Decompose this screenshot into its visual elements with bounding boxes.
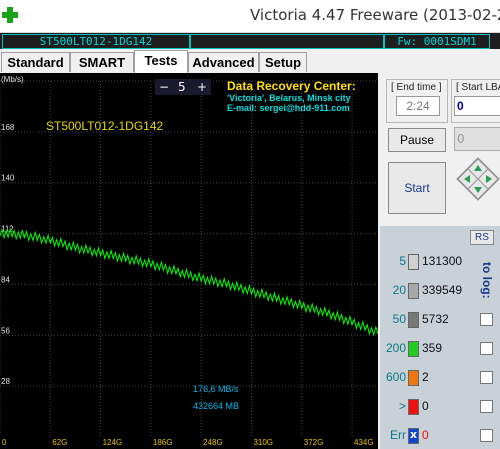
y-tick-label: 28 bbox=[1, 377, 10, 386]
app-icon bbox=[1, 6, 19, 24]
log-checkbox[interactable] bbox=[480, 371, 493, 384]
stats-threshold: 200 bbox=[385, 341, 406, 355]
to-log-label: to log: bbox=[480, 262, 494, 299]
x-tick-label: 186G bbox=[153, 438, 173, 447]
recovery-title: Data Recovery Center: bbox=[227, 79, 356, 93]
x-tick-label: 124G bbox=[103, 438, 123, 447]
stats-count: 359 bbox=[422, 341, 443, 355]
stats-count: 0 bbox=[422, 428, 429, 442]
speed-series-line bbox=[0, 227, 378, 337]
stats-color-box bbox=[408, 283, 419, 299]
y-tick-label: 56 bbox=[1, 326, 10, 335]
x-tick-label: 62G bbox=[52, 438, 67, 447]
drive-info-bar: ST500LT012-1DG142 Fw: 0001SDM1 bbox=[0, 33, 500, 49]
start-lba-field[interactable]: 0 bbox=[454, 96, 500, 116]
speed-data-point bbox=[49, 240, 51, 242]
stats-color-box bbox=[408, 370, 419, 386]
stats-color-box bbox=[408, 341, 419, 357]
stats-threshold: > bbox=[398, 399, 406, 413]
stats-color-box bbox=[408, 399, 419, 415]
current-speed: 176,6 MB/s bbox=[193, 384, 239, 394]
end-time-group: [ End time ] 2:24 bbox=[386, 79, 448, 123]
speed-selector[interactable]: − 5 + bbox=[155, 79, 211, 95]
speed-plus-button[interactable]: + bbox=[197, 79, 207, 95]
drive-model: ST500LT012-1DG142 bbox=[2, 34, 190, 49]
stats-threshold: Err bbox=[390, 428, 406, 442]
window-title: Victoria 4.47 Freeware (2013-02-20) bbox=[250, 6, 500, 24]
x-tick-label: 310G bbox=[253, 438, 273, 447]
x-tick-label: 0 bbox=[2, 438, 7, 447]
tab-setup[interactable]: Setup bbox=[259, 52, 307, 72]
speed-data-point bbox=[74, 247, 77, 249]
end-time-field[interactable]: 2:24 bbox=[396, 96, 440, 116]
x-tick-label: 248G bbox=[203, 438, 223, 447]
title-bar: Victoria 4.47 Freeware (2013-02-20) bbox=[0, 0, 500, 33]
end-lba-field[interactable]: 0 bbox=[454, 127, 500, 151]
end-time-label: [ End time ] bbox=[391, 82, 442, 93]
tab-standard[interactable]: Standard bbox=[1, 52, 70, 72]
speed-data-point bbox=[276, 298, 278, 300]
speed-data-point bbox=[250, 291, 253, 293]
speed-minus-button[interactable]: − bbox=[159, 79, 169, 95]
recovery-info: Data Recovery Center: 'Victoria', Belaru… bbox=[227, 79, 356, 113]
stats-row: 600 2 bbox=[380, 367, 500, 387]
speed-graph: 168 140 112 84 56 28 0 62G 124G 186G 248G 310G 372G 4… bbox=[0, 73, 378, 449]
speed-data-point bbox=[326, 312, 328, 315]
tab-advanced[interactable]: Advanced bbox=[188, 52, 259, 72]
stats-count: 0 bbox=[422, 399, 429, 413]
y-axis-label: (Mb/s) bbox=[1, 75, 24, 84]
stats-row: Err x 0 bbox=[380, 425, 500, 445]
speed-data-point bbox=[225, 283, 227, 286]
rs-button[interactable]: RS bbox=[470, 230, 494, 245]
stats-color-box bbox=[408, 254, 419, 270]
start-button[interactable]: Start bbox=[388, 162, 446, 214]
stats-threshold: 5 bbox=[399, 254, 406, 268]
log-checkbox[interactable] bbox=[480, 400, 493, 413]
speed-data-point bbox=[301, 305, 303, 307]
y-tick-label: 168 bbox=[1, 123, 15, 132]
graph-drive-label: ST500LT012-1DG142 bbox=[46, 119, 164, 133]
x-tick-label: 434G bbox=[354, 438, 374, 447]
y-tick-label: 84 bbox=[1, 275, 10, 284]
start-lba-group: [ Start LBA 0 bbox=[451, 79, 500, 123]
stats-threshold: 50 bbox=[392, 312, 406, 326]
start-lba-label: [ Start LBA bbox=[456, 82, 500, 93]
stats-count: 339549 bbox=[422, 283, 463, 297]
recovery-email: E-mail: sergei@hdd-911.com bbox=[227, 103, 350, 113]
pause-button[interactable]: Pause bbox=[388, 128, 446, 152]
speed-data-point bbox=[99, 252, 102, 255]
stats-panel: RS 5 131300 20 339549 50 5732 200 359 600 2 >0 Err x… bbox=[380, 226, 500, 449]
stats-threshold: 600 bbox=[385, 370, 406, 384]
recovery-location: 'Victoria', Belarus, Minsk city bbox=[227, 93, 351, 103]
speed-data-point bbox=[351, 321, 353, 324]
speed-data-point bbox=[23, 234, 25, 236]
firmware-version: Fw: 0001SDM1 bbox=[384, 34, 490, 49]
stats-threshold: 20 bbox=[392, 283, 406, 297]
speed-data-point bbox=[125, 258, 127, 260]
log-checkbox[interactable] bbox=[480, 342, 493, 355]
tab-tests[interactable]: Tests bbox=[134, 50, 188, 73]
speed-data-point bbox=[150, 263, 152, 266]
stats-row: 200 359 bbox=[380, 338, 500, 358]
speed-data-point bbox=[175, 271, 177, 273]
y-tick-label: 140 bbox=[1, 174, 15, 183]
stats-count: 131300 bbox=[422, 254, 463, 268]
direction-pad bbox=[456, 157, 500, 217]
stats-color-box bbox=[408, 312, 419, 328]
x-tick-label: 372G bbox=[304, 438, 324, 447]
stats-count: 2 bbox=[422, 370, 429, 384]
speed-value: 5 bbox=[178, 80, 186, 94]
log-checkbox[interactable] bbox=[480, 429, 493, 442]
stats-count: 5732 bbox=[422, 312, 449, 326]
stats-row: >0 bbox=[380, 396, 500, 416]
current-position: 432664 MB bbox=[193, 401, 240, 411]
tab-bar: Standard SMART Tests Advanced Setup bbox=[0, 50, 500, 73]
stats-color-box: x bbox=[408, 428, 419, 444]
speed-data-point bbox=[200, 278, 202, 280]
tab-smart[interactable]: SMART bbox=[70, 52, 134, 72]
drive-serial-field bbox=[190, 34, 384, 49]
